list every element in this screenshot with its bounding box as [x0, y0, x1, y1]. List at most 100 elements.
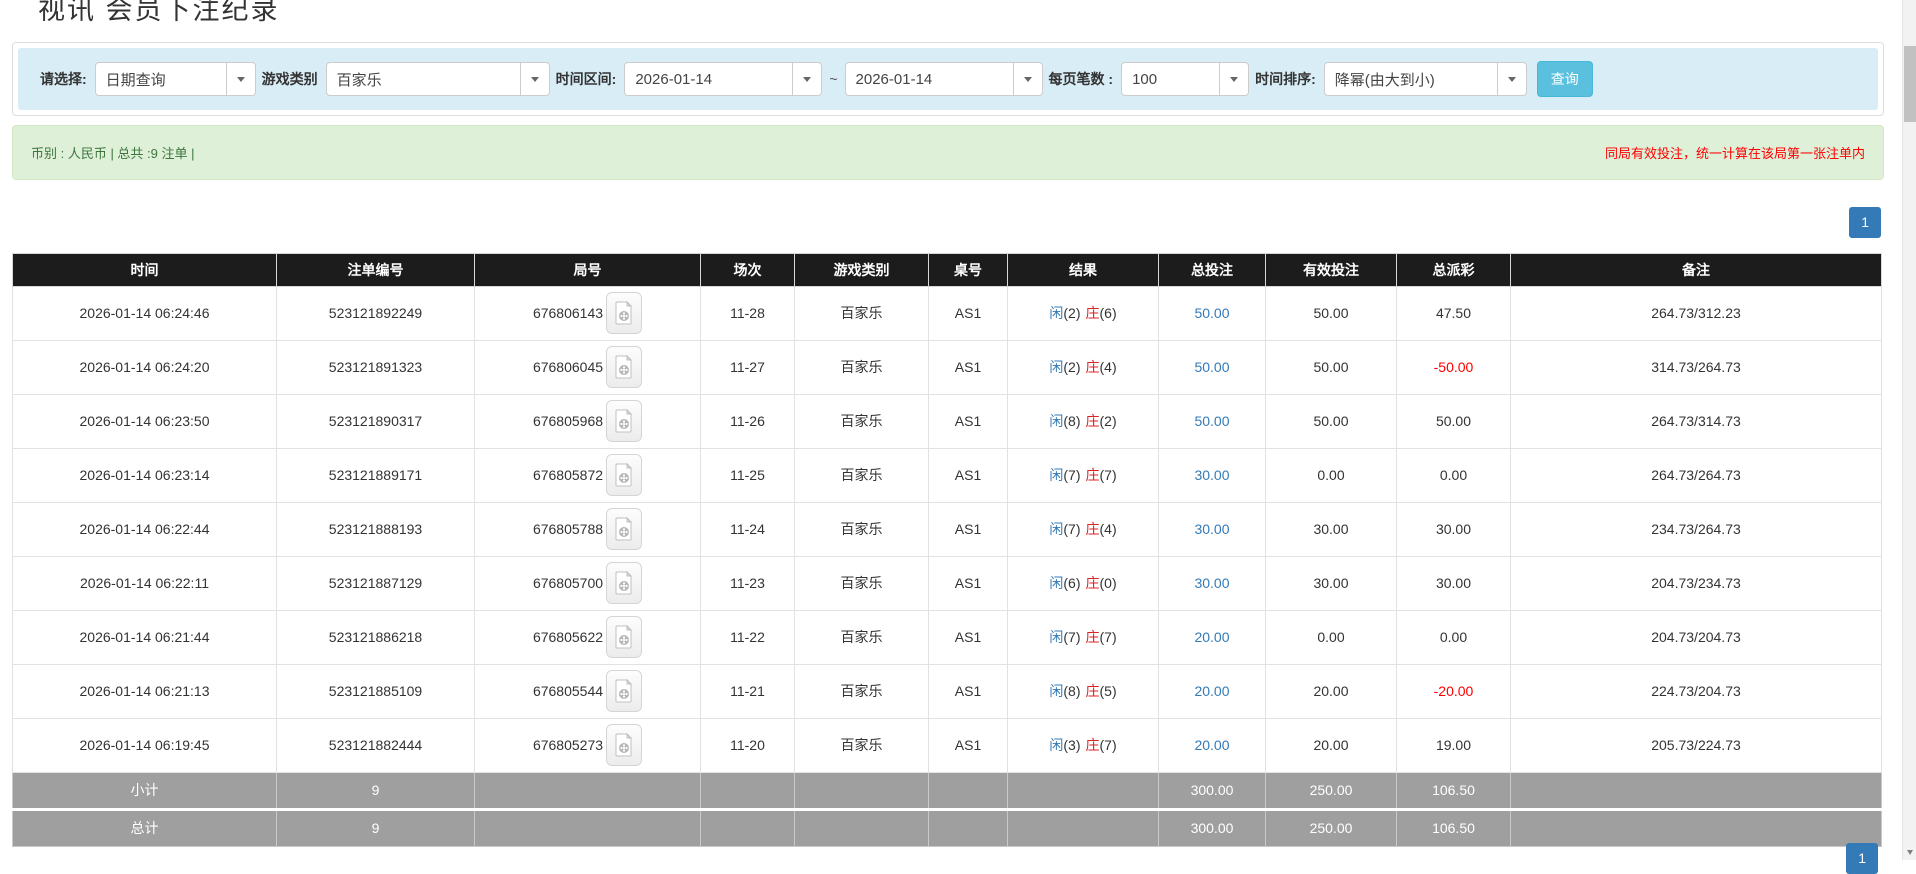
cell-remark: 224.73/204.73	[1510, 663, 1882, 719]
cell-session: 11-24	[700, 501, 795, 557]
header-remark: 备注	[1510, 252, 1882, 287]
result-player: 闲	[1049, 305, 1064, 322]
cell-round: 676806143	[474, 285, 701, 341]
video-file-icon	[615, 463, 633, 487]
total-bet-link[interactable]: 50.00	[1194, 359, 1229, 375]
page-title: 视讯 会员下注纪录	[38, 0, 280, 25]
cell-remark: 264.73/264.73	[1510, 447, 1882, 503]
video-replay-button[interactable]	[606, 724, 643, 767]
total-bet-link[interactable]: 50.00	[1194, 413, 1229, 429]
cell-remark: 264.73/312.23	[1510, 285, 1882, 341]
cell-result: 闲(2) 庄(6)	[1007, 285, 1159, 341]
header-payout: 总派彩	[1396, 252, 1511, 287]
video-replay-button[interactable]	[606, 562, 643, 605]
chevron-down-icon[interactable]	[225, 63, 255, 95]
cell-bet-id: 523121891323	[276, 339, 475, 395]
query-button[interactable]: 查询	[1536, 61, 1593, 97]
cell-table-no: AS1	[928, 609, 1008, 665]
cell-round: 676806045	[474, 339, 701, 395]
cell-remark: 234.73/264.73	[1510, 501, 1882, 557]
cell-bet-id: 523121892249	[276, 285, 475, 341]
result-banker: 庄	[1085, 413, 1100, 430]
date-to-input[interactable]: 2026-01-14	[844, 62, 1043, 96]
scroll-up-arrow-icon[interactable]	[1903, 0, 1916, 4]
video-replay-button[interactable]	[606, 508, 643, 551]
select-type-label: 请选择:	[40, 71, 87, 87]
cell-session: 11-27	[700, 339, 795, 395]
video-file-icon	[615, 571, 633, 595]
page-button-1-bottom[interactable]: 1	[1846, 843, 1878, 874]
cell-valid-bet: 50.00	[1265, 339, 1397, 395]
cell-game: 百家乐	[794, 501, 929, 557]
total-count: 9	[276, 807, 475, 847]
cell-round: 676805968	[474, 393, 701, 449]
cell-round: 676805273	[474, 717, 701, 773]
round-number: 676806143	[532, 305, 604, 322]
summary-notice: 同局有效投注，统一计算在该局第一张注单内	[1604, 146, 1865, 161]
per-page-select[interactable]: 100	[1121, 62, 1250, 96]
result-player: 闲	[1049, 521, 1064, 538]
chevron-down-icon[interactable]	[1012, 63, 1042, 95]
pagination-top: 1	[12, 207, 1881, 238]
total-bet-link[interactable]: 30.00	[1194, 521, 1229, 537]
cell-table-no: AS1	[928, 501, 1008, 557]
query-type-select[interactable]: 日期查询	[94, 62, 256, 96]
game-category-select[interactable]: 百家乐	[325, 62, 550, 96]
subtotal-label: 小计	[12, 771, 277, 810]
cell-result: 闲(6) 庄(0)	[1007, 555, 1159, 611]
cell-table-no: AS1	[928, 339, 1008, 395]
video-replay-button[interactable]	[606, 400, 643, 443]
video-replay-button[interactable]	[606, 454, 643, 497]
video-file-icon	[615, 625, 633, 649]
subtotal-count: 9	[276, 771, 475, 810]
video-replay-button[interactable]	[606, 346, 643, 389]
cell-total-bet: 20.00	[1158, 663, 1266, 719]
cell-valid-bet: 50.00	[1265, 393, 1397, 449]
cell-remark: 204.73/234.73	[1510, 555, 1882, 611]
cell-table-no: AS1	[928, 285, 1008, 341]
scroll-down-arrow-icon[interactable]	[1903, 844, 1916, 860]
cell-session: 11-25	[700, 447, 795, 503]
page-button-1[interactable]: 1	[1849, 207, 1881, 238]
chevron-down-icon[interactable]	[1219, 63, 1248, 95]
video-file-icon	[615, 409, 633, 433]
cell-time: 2026-01-14 06:24:46	[12, 285, 277, 341]
cell-result: 闲(7) 庄(7)	[1007, 609, 1159, 665]
time-sort-select[interactable]: 降幂(由大到小)	[1323, 62, 1527, 96]
cell-time: 2026-01-14 06:19:45	[12, 717, 277, 773]
cell-time: 2026-01-14 06:21:13	[12, 663, 277, 719]
cell-payout: 0.00	[1396, 609, 1511, 665]
date-from-input[interactable]: 2026-01-14	[624, 62, 823, 96]
date-to-value: 2026-01-14	[855, 70, 933, 88]
video-replay-button[interactable]	[606, 292, 643, 335]
table-row: 2026-01-14 06:23:14 523121889171 676805872…	[12, 447, 1882, 503]
header-result: 结果	[1007, 252, 1159, 287]
total-bet-link[interactable]: 20.00	[1194, 737, 1229, 753]
result-banker: 庄	[1085, 467, 1100, 484]
time-sort-label: 时间排序:	[1255, 71, 1316, 87]
round-number: 676805788	[532, 521, 604, 538]
chevron-down-icon[interactable]	[792, 63, 821, 95]
total-bet-link[interactable]: 50.00	[1194, 305, 1229, 321]
cell-remark: 205.73/224.73	[1510, 717, 1882, 773]
chevron-down-icon[interactable]	[519, 63, 549, 95]
summary-currency-count: 币别 : 人民币 | 总共 :9 注单 |	[31, 146, 195, 161]
cell-total-bet: 30.00	[1158, 447, 1266, 503]
vertical-scrollbar[interactable]	[1902, 0, 1916, 860]
video-replay-button[interactable]	[606, 670, 643, 713]
per-page-value: 100	[1132, 70, 1158, 88]
video-file-icon	[615, 679, 633, 703]
result-banker: 庄	[1085, 629, 1100, 646]
total-bet-link[interactable]: 20.00	[1194, 683, 1229, 699]
scrollbar-thumb[interactable]	[1904, 46, 1916, 122]
total-bet-link[interactable]: 30.00	[1194, 575, 1229, 591]
result-player: 闲	[1049, 575, 1064, 592]
cell-round: 676805622	[474, 609, 701, 665]
cell-game: 百家乐	[794, 285, 929, 341]
cell-time: 2026-01-14 06:22:11	[12, 555, 277, 611]
total-bet-link[interactable]: 20.00	[1194, 629, 1229, 645]
total-bet-link[interactable]: 30.00	[1194, 467, 1229, 483]
video-replay-button[interactable]	[606, 616, 643, 659]
game-category-label: 游戏类别	[261, 71, 318, 87]
chevron-down-icon[interactable]	[1496, 63, 1526, 95]
